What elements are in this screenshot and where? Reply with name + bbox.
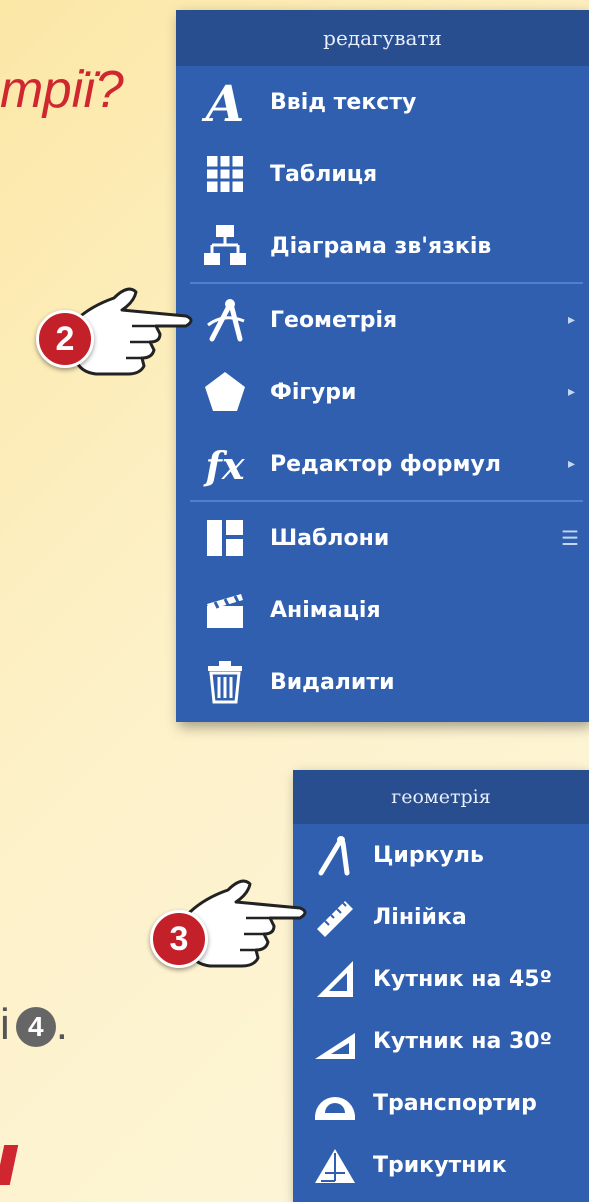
menu-item-label: Кутник на 30º [373,1028,553,1054]
hamburger-menu-icon[interactable]: ☰ [561,526,579,550]
clapperboard-icon [198,583,252,637]
submenu-arrow-icon: ▸ [567,384,575,400]
callout-step-2: 2 [36,280,196,380]
templates-icon [198,511,252,565]
edit-panel-title: редагувати [176,10,589,66]
compass-icon [311,831,359,879]
fx-icon: fx [198,437,252,491]
step-badge-3: 3 [150,910,208,968]
menu-item-label: Шаблони [270,525,390,551]
svg-text:fx: fx [202,443,245,488]
ruler-icon [311,893,359,941]
menu-item-ruler[interactable]: Лінійка [293,886,589,948]
menu-item-label: Видалити [270,669,395,695]
text-a-icon: A [198,75,252,129]
menu-item-label: Кутник на 45º [373,966,553,992]
menu-item-label: Лінійка [373,904,467,930]
menu-item-set-square-45[interactable]: Кутник на 45º [293,948,589,1010]
step4-text: і [0,1000,10,1049]
step4-fragment: і4. [0,1000,68,1050]
menu-item-delete[interactable]: Видалити [176,646,589,718]
menu-item-label: Редактор формул [270,451,501,477]
step4-number-badge: 4 [15,1007,56,1048]
set-square-45-icon [311,955,359,1003]
menu-item-table[interactable]: Таблиця [176,138,589,210]
menu-item-set-square-30[interactable]: Кутник на 30º [293,1010,589,1072]
callout-step-3: 3 [150,872,310,972]
menu-item-label: Фігури [270,379,357,405]
menu-item-label: Геометрія [270,307,398,333]
menu-item-geometry[interactable]: Геометрія ▸ [176,284,589,356]
menu-item-templates[interactable]: Шаблони ☰ [176,502,589,574]
menu-item-label: Циркуль [373,842,484,868]
protractor-icon [311,1079,359,1127]
menu-item-label: Трикутник [373,1152,507,1178]
set-square-30-icon [311,1017,359,1065]
red-text-fragment [0,1145,19,1185]
menu-item-formula-editor[interactable]: fx Редактор формул ▸ [176,428,589,500]
menu-item-label: Таблиця [270,161,378,187]
pentagon-icon [198,365,252,419]
geometry-panel-title: геометрія [293,770,589,824]
menu-item-label: Транспортир [373,1090,537,1116]
trash-icon [198,655,252,709]
svg-text:A: A [202,75,245,129]
compass-icon [198,293,252,347]
menu-item-protractor[interactable]: Транспортир [293,1072,589,1134]
geometry-panel: геометрія Циркуль Лінійка Кутник на 45º … [293,770,589,1202]
menu-item-compass[interactable]: Циркуль [293,824,589,886]
menu-item-text-input[interactable]: A Ввід тексту [176,66,589,138]
table-icon [198,147,252,201]
menu-item-shapes[interactable]: Фігури ▸ [176,356,589,428]
menu-item-diagram[interactable]: Діаграма зв'язків [176,210,589,282]
menu-item-label: Діаграма зв'язків [270,233,492,259]
edit-panel: редагувати A Ввід тексту Таблиця Діаграм… [176,10,589,722]
submenu-arrow-icon: ▸ [567,456,575,472]
step4-period: . [55,1000,69,1049]
menu-item-label: Анімація [270,597,381,623]
menu-item-animation[interactable]: Анімація [176,574,589,646]
menu-item-label: Ввід тексту [270,89,417,115]
menu-item-triangle[interactable]: Трикутник [293,1134,589,1196]
submenu-arrow-icon: ▸ [567,312,575,328]
heading-fragment: трії? [0,61,124,119]
step-badge-2: 2 [36,310,94,368]
triangle-icon [311,1141,359,1189]
diagram-icon [198,219,252,273]
